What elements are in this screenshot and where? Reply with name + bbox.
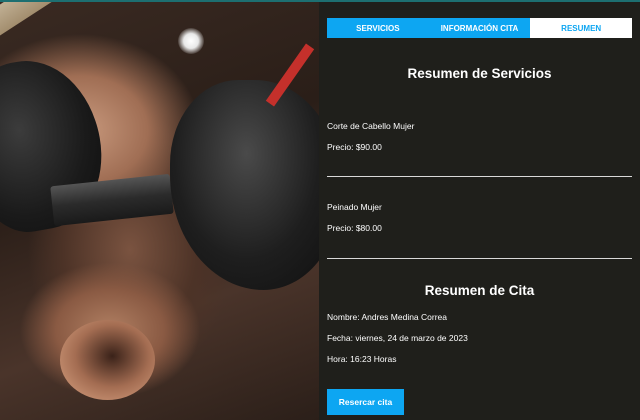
tab-bar: Servicios Información Cita Resumen bbox=[327, 18, 633, 38]
barber-photo bbox=[0, 0, 319, 420]
top-accent-line bbox=[0, 0, 640, 2]
tab-resumen[interactable]: Resumen bbox=[530, 18, 633, 38]
service-price: Precio: $80.00 bbox=[327, 223, 382, 233]
appointment-time: Hora: 16:23 Horas bbox=[327, 354, 397, 364]
reserve-appointment-button[interactable]: Resercar cita bbox=[327, 389, 404, 415]
appointment-date: Fecha: viernes, 24 de marzo de 2023 bbox=[327, 333, 468, 343]
service-divider bbox=[327, 258, 632, 259]
service-name: Peinado Mujer bbox=[327, 202, 382, 212]
right-glove-shape bbox=[170, 80, 319, 290]
tab-informacion-cita[interactable]: Información Cita bbox=[428, 18, 531, 38]
service-divider bbox=[327, 176, 632, 177]
wooden-beam-shape bbox=[0, 0, 147, 44]
service-name: Corte de Cabello Mujer bbox=[327, 121, 415, 131]
services-summary-title: Resumen de Servicios bbox=[407, 66, 552, 81]
ear-shape bbox=[60, 320, 155, 400]
appointment-panel: Servicios Información Cita Resumen Resum… bbox=[319, 0, 640, 420]
lamp-light-shape bbox=[178, 28, 204, 54]
tab-servicios[interactable]: Servicios bbox=[327, 18, 429, 38]
client-name: Nombre: Andres Medina Correa bbox=[327, 312, 448, 322]
service-price: Precio: $90.00 bbox=[327, 142, 382, 152]
appointment-summary-title: Resumen de Cita bbox=[424, 283, 535, 298]
